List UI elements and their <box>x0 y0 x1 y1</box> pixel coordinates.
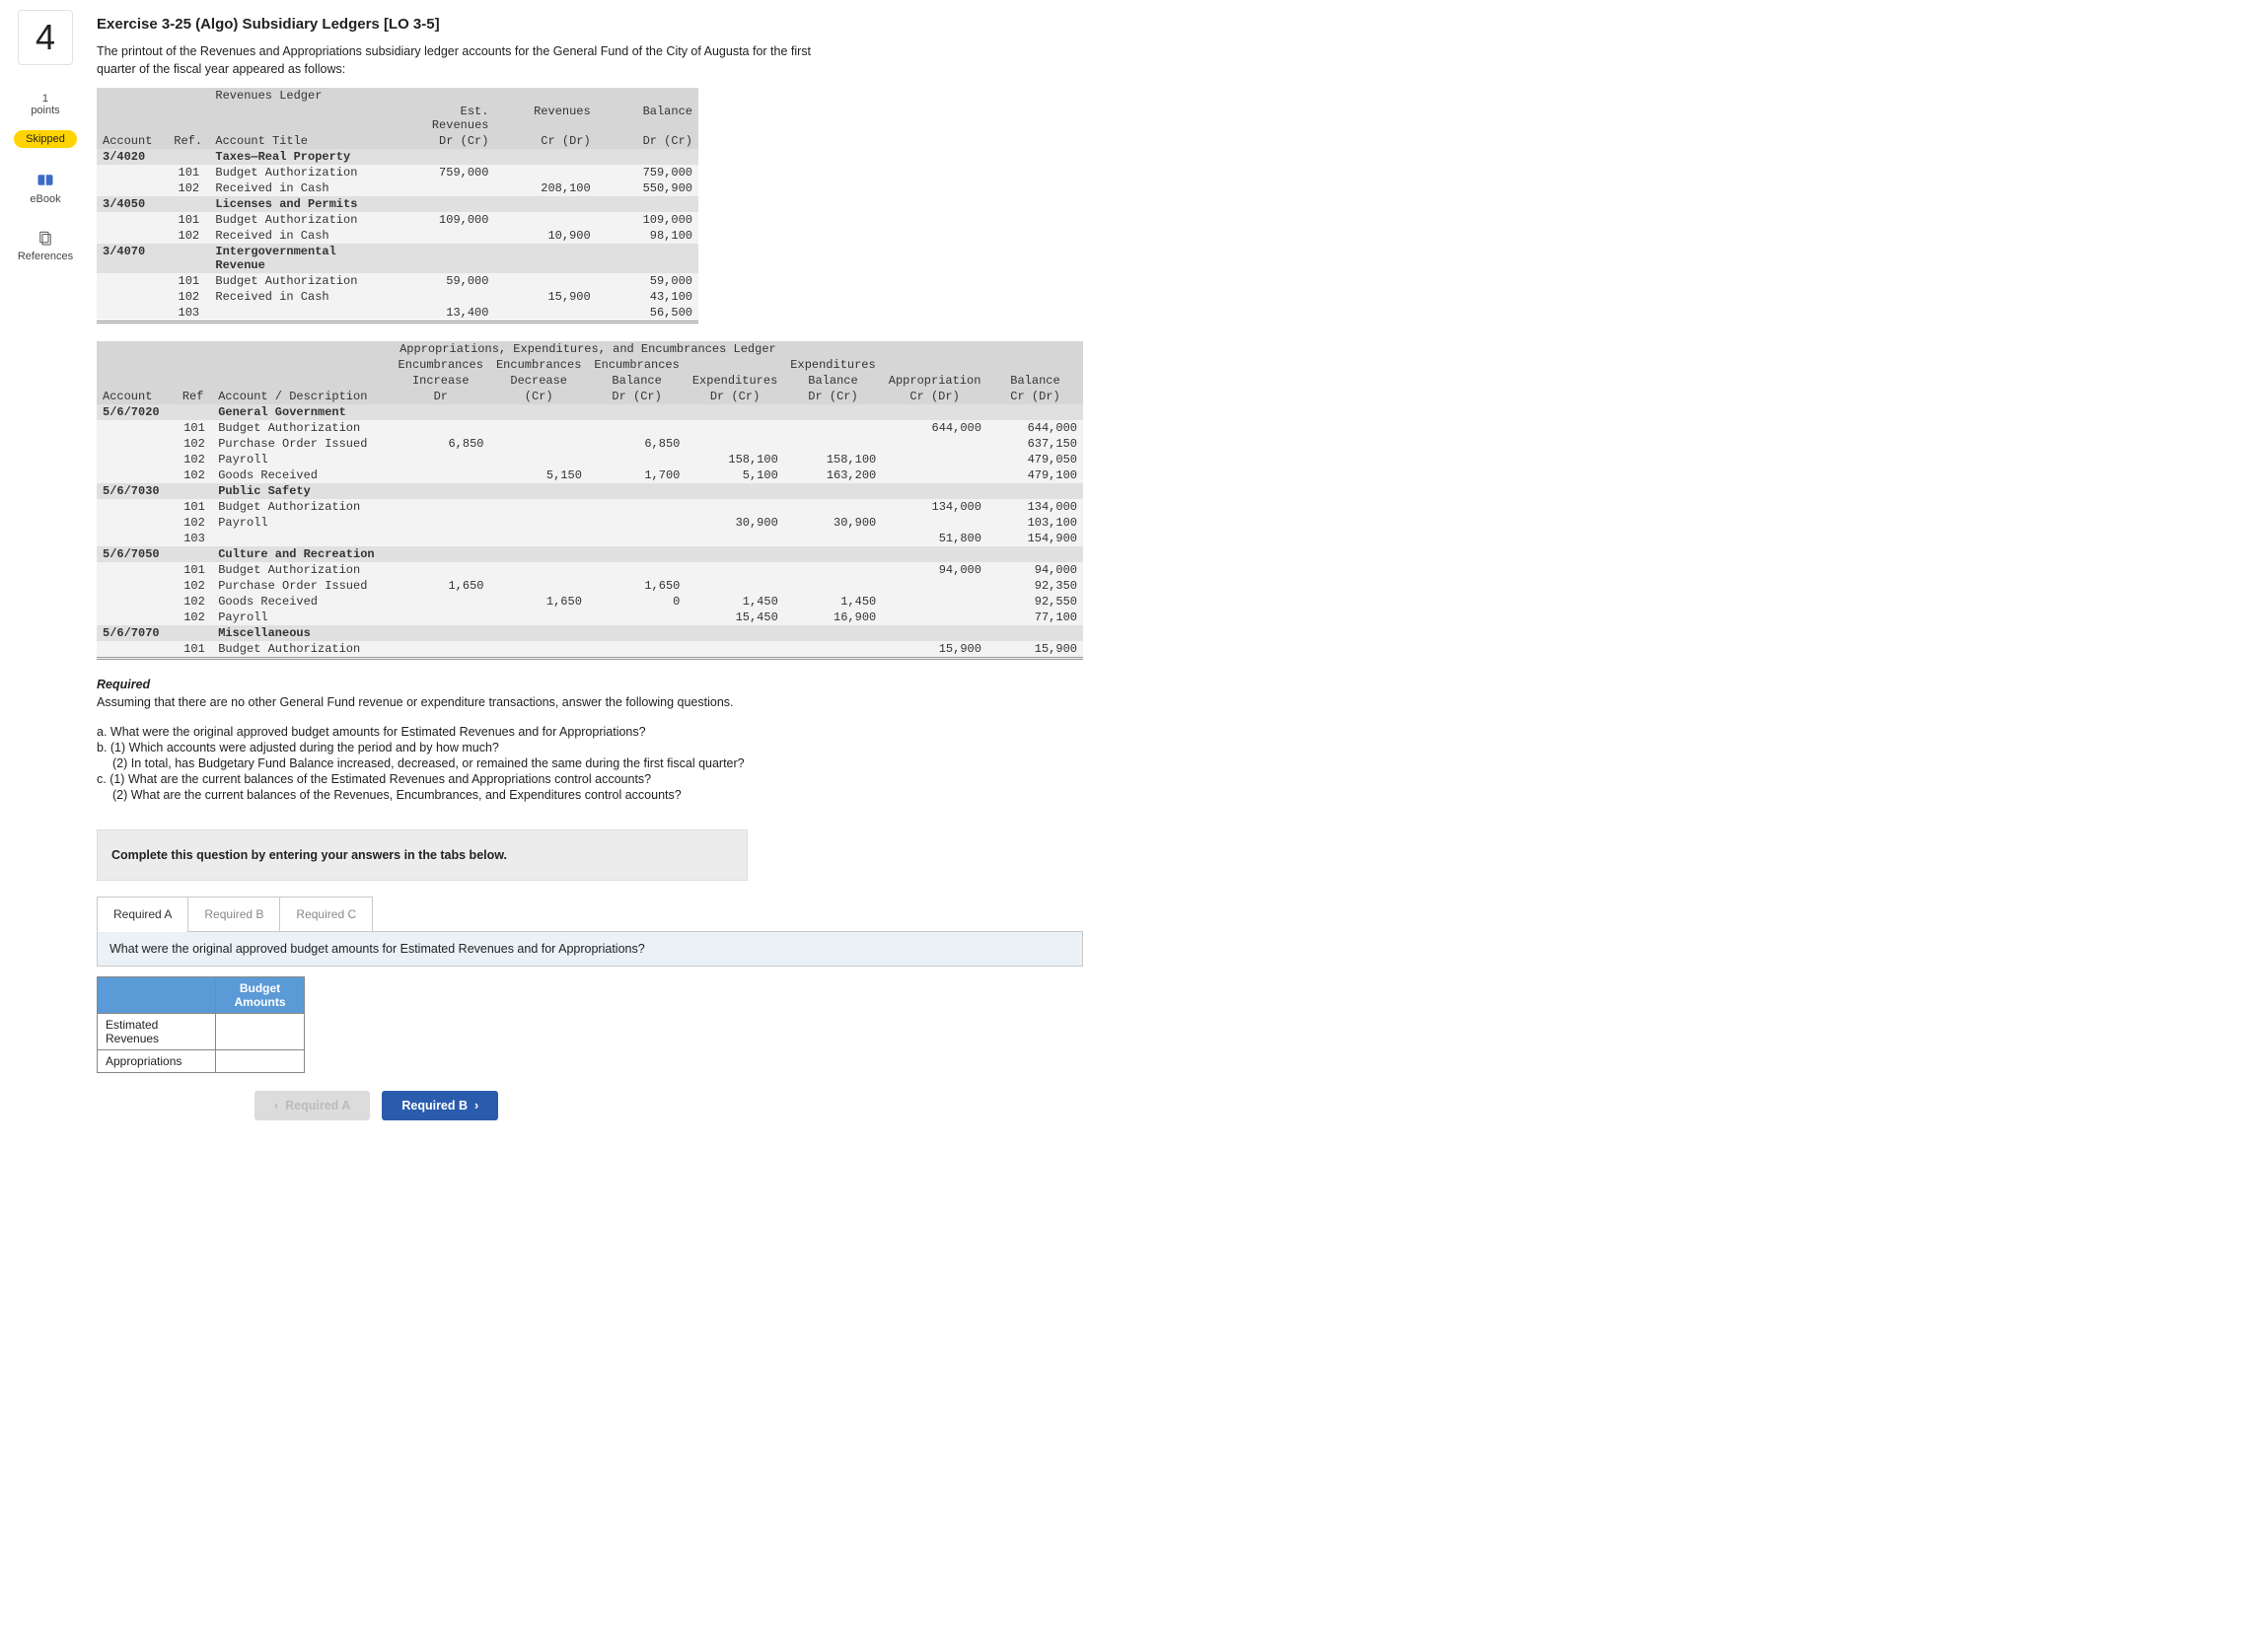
required-heading: Required <box>97 678 1261 691</box>
prev-button: ‹ Required A <box>254 1091 370 1120</box>
ebook-button[interactable]: eBook <box>30 172 60 205</box>
question-number: 4 <box>18 10 73 65</box>
prev-label: Required A <box>285 1099 350 1113</box>
answer-tabs: Required A Required B Required C <box>97 897 1261 932</box>
intro-text: The printout of the Revenues and Appropr… <box>97 44 1261 76</box>
points: 1 points <box>31 93 59 116</box>
revenues-ledger: Revenues LedgerEst. RevenuesRevenuesBala… <box>97 88 698 323</box>
input-appropriations[interactable] <box>216 1050 305 1073</box>
appropriations-ledger: Appropriations, Expenditures, and Encumb… <box>97 341 1083 660</box>
references-button[interactable]: References <box>18 229 73 262</box>
required-a: a. What were the original approved budge… <box>97 725 1261 739</box>
exercise-title: Exercise 3-25 (Algo) Subsidiary Ledgers … <box>97 16 1261 33</box>
input-estimated-revenues[interactable] <box>216 1014 305 1050</box>
chevron-left-icon: ‹ <box>274 1099 278 1113</box>
copy-icon <box>35 229 56 249</box>
book-icon <box>35 172 56 191</box>
main-content: Exercise 3-25 (Algo) Subsidiary Ledgers … <box>97 10 1261 1120</box>
tab-prompt: What were the original approved budget a… <box>109 942 645 956</box>
intro-line: quarter of the fiscal year appeared as f… <box>97 62 1261 76</box>
references-label: References <box>18 251 73 262</box>
tab-required-b[interactable]: Required B <box>187 897 280 932</box>
tab-required-c[interactable]: Required C <box>279 897 373 932</box>
row-estimated-revenues: Estimated Revenues <box>98 1014 216 1050</box>
points-label: points <box>31 105 59 116</box>
points-value: 1 <box>31 93 59 105</box>
required-b2: (2) In total, has Budgetary Fund Balance… <box>97 756 1261 770</box>
required-section: Required Assuming that there are no othe… <box>97 678 1261 802</box>
col-budget-amounts: Budget Amounts <box>216 977 305 1014</box>
next-button[interactable]: Required B › <box>382 1091 498 1120</box>
answer-instruction-text: Complete this question by entering your … <box>111 848 507 862</box>
chevron-right-icon: › <box>474 1099 478 1113</box>
required-b1: b. (1) Which accounts were adjusted duri… <box>97 741 1261 754</box>
required-c2: (2) What are the current balances of the… <box>97 788 1261 802</box>
table-corner <box>98 977 216 1014</box>
ebook-label: eBook <box>30 193 60 205</box>
sidebar: 4 1 points Skipped eBook References <box>10 10 81 262</box>
next-label: Required B <box>401 1099 468 1113</box>
skipped-pill: Skipped <box>14 130 77 148</box>
intro-line: The printout of the Revenues and Appropr… <box>97 44 1261 58</box>
tab-body: What were the original approved budget a… <box>97 931 1083 967</box>
nav-buttons: ‹ Required A Required B › <box>254 1091 1261 1120</box>
answer-input-table: Budget Amounts Estimated Revenues Approp… <box>97 976 305 1073</box>
tab-required-a[interactable]: Required A <box>97 897 188 932</box>
required-c1: c. (1) What are the current balances of … <box>97 772 1261 786</box>
required-lead: Assuming that there are no other General… <box>97 695 1261 709</box>
answer-instruction-box: Complete this question by entering your … <box>97 829 748 881</box>
row-appropriations: Appropriations <box>98 1050 216 1073</box>
